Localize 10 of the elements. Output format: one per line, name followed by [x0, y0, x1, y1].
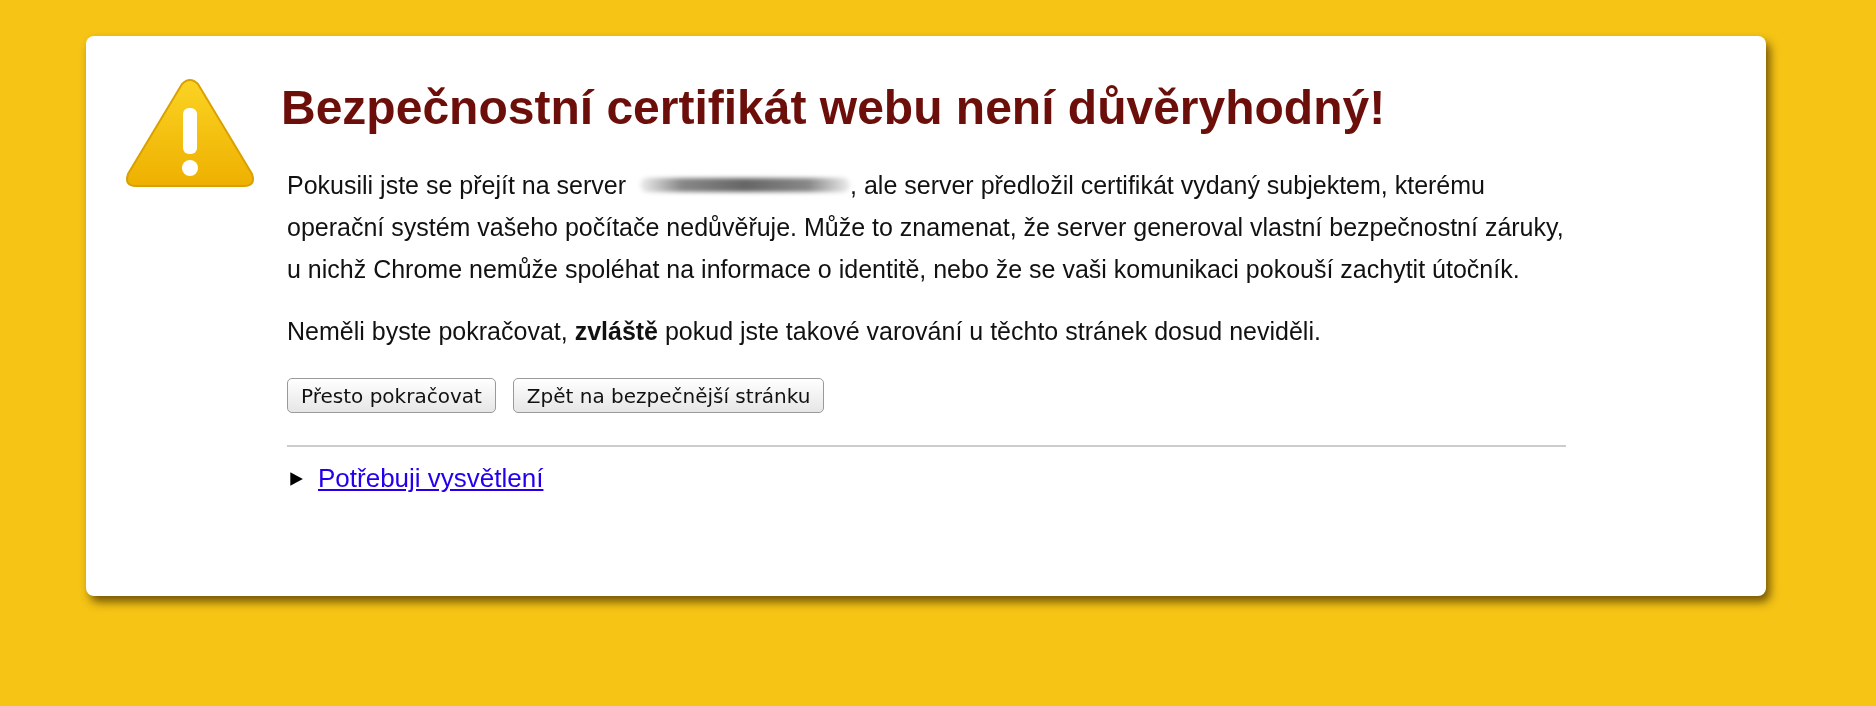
warning-icon: [124, 78, 256, 188]
action-button[interactable]: Přesto pokračovat: [287, 378, 496, 413]
disclosure-triangle-icon[interactable]: [288, 470, 304, 487]
paragraph-text: operační systém vašeho počítače nedůvěřuje. Může to znamenat, že server generoval vlastní bezpečnostní záruky, u nichž Chrome nemůže spoléhat na informace o identitě, nebo že se vaši komunikaci pokouší zachytit útočník.: [287, 212, 1565, 285]
paragraph-text: Pokusili jste se přejít na server: [287, 170, 627, 201]
warning-text: Neměli byste pokračovat, zvláště pokud jste takové varování u těchto stránek dosud neviděli.: [287, 316, 1322, 347]
paragraph-text: , ale server předložil certifikát vydaný subjektem, kterému: [850, 170, 1485, 201]
details-link[interactable]: Potřebuji vysvětlení: [318, 463, 544, 494]
page-heading: Bezpečnostní certifikát webu není důvěryhodný!: [281, 80, 1387, 136]
action-button[interactable]: Zpět na bezpečnější stránku: [512, 378, 825, 413]
